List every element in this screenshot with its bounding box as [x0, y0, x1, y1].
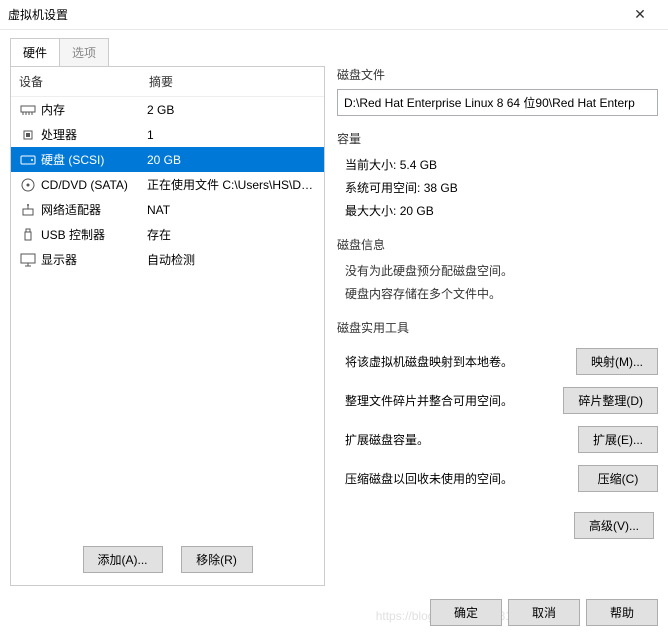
device-summary: 1: [147, 128, 316, 142]
max-size-value: 20 GB: [400, 204, 434, 218]
free-space-label: 系统可用空间:: [345, 181, 420, 195]
util-map-desc: 将该虚拟机磁盘映射到本地卷。: [345, 353, 576, 370]
close-icon[interactable]: ✕: [620, 6, 660, 23]
current-size-value: 5.4 GB: [400, 158, 437, 172]
network-icon: [19, 203, 37, 217]
header-summary: 摘要: [149, 73, 173, 90]
window-titlebar: 虚拟机设置 ✕: [0, 0, 668, 30]
diskinfo-line1: 没有为此硬盘预分配磁盘空间。: [337, 259, 658, 282]
device-name: 内存: [41, 101, 65, 118]
cd-icon: [19, 178, 37, 192]
device-name: 显示器: [41, 251, 77, 268]
header-device: 设备: [19, 73, 149, 90]
device-summary: 20 GB: [147, 153, 316, 167]
device-summary: 正在使用文件 C:\Users\HS\Des...: [147, 176, 316, 193]
diskinfo-title: 磁盘信息: [337, 236, 658, 253]
device-summary: 存在: [147, 226, 316, 243]
remove-button[interactable]: 移除(R): [181, 546, 253, 573]
add-button[interactable]: 添加(A)...: [83, 546, 163, 573]
free-space-value: 38 GB: [424, 181, 458, 195]
disk-icon: [19, 153, 37, 167]
window-title: 虚拟机设置: [8, 6, 620, 23]
tab-options[interactable]: 选项: [59, 38, 109, 66]
defrag-button[interactable]: 碎片整理(D): [563, 387, 658, 414]
ok-button[interactable]: 确定: [430, 599, 502, 626]
device-name: 处理器: [41, 126, 77, 143]
device-name: CD/DVD (SATA): [41, 178, 128, 192]
list-item[interactable]: 硬盘 (SCSI) 20 GB: [11, 147, 324, 172]
list-item[interactable]: 显示器 自动检测: [11, 247, 324, 272]
util-expand-desc: 扩展磁盘容量。: [345, 431, 578, 448]
diskinfo-line2: 硬盘内容存储在多个文件中。: [337, 282, 658, 305]
list-item[interactable]: 网络适配器 NAT: [11, 197, 324, 222]
map-button[interactable]: 映射(M)...: [576, 348, 658, 375]
utilities-title: 磁盘实用工具: [337, 319, 658, 336]
list-item[interactable]: USB 控制器 存在: [11, 222, 324, 247]
disk-file-field[interactable]: D:\Red Hat Enterprise Linux 8 64 位90\Red…: [337, 89, 658, 116]
expand-button[interactable]: 扩展(E)...: [578, 426, 658, 453]
device-summary: NAT: [147, 203, 316, 217]
device-name: 网络适配器: [41, 201, 101, 218]
cancel-button[interactable]: 取消: [508, 599, 580, 626]
tab-hardware[interactable]: 硬件: [10, 38, 60, 66]
list-header: 设备 摘要: [11, 67, 324, 97]
cpu-icon: [19, 128, 37, 142]
device-name: 硬盘 (SCSI): [41, 151, 104, 168]
advanced-button[interactable]: 高级(V)...: [574, 512, 654, 539]
tab-strip: 硬件 选项: [10, 38, 668, 66]
list-item[interactable]: CD/DVD (SATA) 正在使用文件 C:\Users\HS\Des...: [11, 172, 324, 197]
usb-icon: [19, 228, 37, 242]
list-item[interactable]: 处理器 1: [11, 122, 324, 147]
list-item[interactable]: 内存 2 GB: [11, 97, 324, 122]
free-space-row: 系统可用空间: 38 GB: [337, 176, 658, 199]
device-summary: 自动检测: [147, 251, 316, 268]
disk-file-title: 磁盘文件: [337, 66, 658, 83]
dialog-footer: 确定 取消 帮助: [430, 599, 658, 626]
hardware-panel: 设备 摘要 内存 2 GB 处理器 1 硬盘 (SCSI) 20 GB CD/DVD (SA…: [10, 66, 325, 586]
max-size-label: 最大大小:: [345, 204, 396, 218]
current-size-label: 当前大小:: [345, 158, 396, 172]
capacity-title: 容量: [337, 130, 658, 147]
display-icon: [19, 253, 37, 267]
compact-button[interactable]: 压缩(C): [578, 465, 658, 492]
max-size-row: 最大大小: 20 GB: [337, 199, 658, 222]
device-summary: 2 GB: [147, 103, 316, 117]
util-compact-desc: 压缩磁盘以回收未使用的空间。: [345, 470, 578, 487]
details-panel: 磁盘文件 D:\Red Hat Enterprise Linux 8 64 位9…: [325, 66, 658, 586]
device-name: USB 控制器: [41, 226, 105, 243]
current-size-row: 当前大小: 5.4 GB: [337, 153, 658, 176]
memory-icon: [19, 103, 37, 117]
util-defrag-desc: 整理文件碎片并整合可用空间。: [345, 392, 563, 409]
help-button[interactable]: 帮助: [586, 599, 658, 626]
